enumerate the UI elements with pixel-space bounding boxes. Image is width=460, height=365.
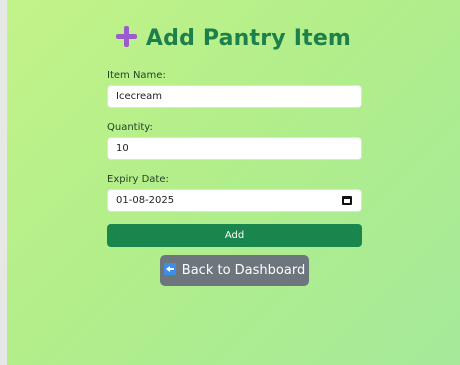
item-name-group: Item Name: Icecream (107, 70, 362, 108)
item-name-input[interactable]: Icecream (107, 85, 362, 108)
calendar-icon[interactable] (342, 196, 352, 205)
back-arrow-icon (163, 263, 176, 275)
page-title-text: Add Pantry Item (145, 26, 352, 51)
expiry-date-input[interactable]: 01-08-2025 (107, 189, 362, 212)
expiry-date-label: Expiry Date: (107, 174, 169, 185)
plus-icon (115, 26, 137, 47)
page-title: Add Pantry Item (7, 26, 460, 51)
quantity-group: Quantity: 10 (107, 122, 362, 160)
add-button[interactable]: Add (107, 224, 362, 247)
page-background: Add Pantry Item Item Name: Icecream Quan… (7, 0, 460, 365)
item-name-label: Item Name: (107, 70, 166, 81)
expiry-date-value: 01-08-2025 (116, 195, 175, 206)
quantity-label: Quantity: (107, 122, 153, 133)
add-item-form: Item Name: Icecream Quantity: 10 Expiry … (107, 70, 362, 247)
back-to-dashboard-label: Back to Dashboard (181, 263, 306, 278)
back-to-dashboard-button[interactable]: Back to Dashboard (160, 255, 309, 286)
expiry-date-group: Expiry Date: 01-08-2025 (107, 174, 362, 212)
quantity-input[interactable]: 10 (107, 137, 362, 160)
